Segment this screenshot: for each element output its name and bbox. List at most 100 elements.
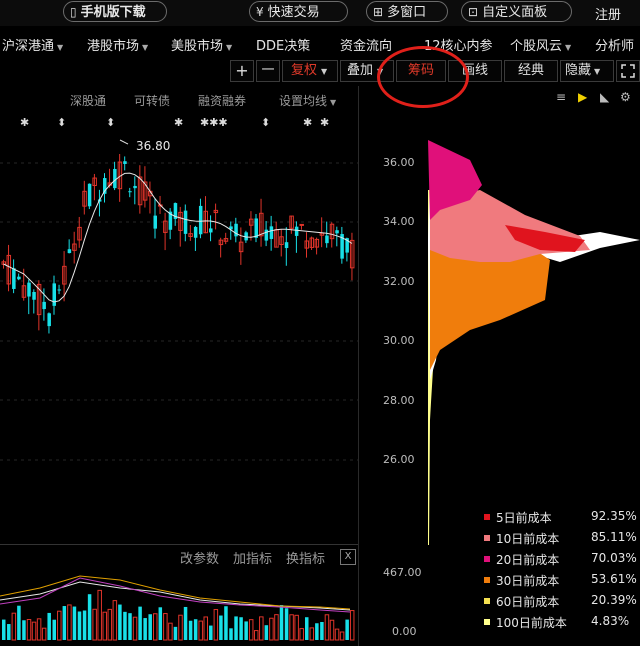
candle-body bbox=[67, 249, 72, 254]
legend-row: 100日前成本 4.83% bbox=[480, 613, 640, 634]
volume-bar bbox=[153, 613, 158, 641]
add-indicator-button[interactable]: 加指标 bbox=[233, 548, 272, 567]
volume-bar bbox=[334, 628, 340, 641]
volume-bar bbox=[36, 618, 42, 641]
candle-body bbox=[209, 228, 213, 233]
volume-bar bbox=[264, 625, 269, 640]
volume-bar bbox=[274, 614, 279, 641]
legend-label: 10日前成本 bbox=[496, 532, 560, 546]
volume-bar bbox=[203, 616, 208, 641]
volume-divider bbox=[0, 544, 358, 545]
volume-bar bbox=[163, 613, 168, 641]
volume-bar bbox=[254, 630, 259, 641]
high-pointer bbox=[119, 139, 129, 145]
candle-body bbox=[42, 301, 46, 310]
candle-body bbox=[57, 289, 62, 291]
candle-body bbox=[299, 223, 304, 226]
volume-bar bbox=[57, 610, 62, 641]
y-tick: 36.00 bbox=[383, 156, 415, 169]
volume-bar bbox=[229, 628, 233, 640]
volume-bar bbox=[259, 616, 264, 641]
volume-bars bbox=[2, 589, 355, 641]
volume-bar bbox=[239, 617, 243, 640]
change-params-button[interactable]: 改参数 bbox=[180, 548, 219, 567]
volume-bar bbox=[118, 604, 122, 640]
legend-label: 30日前成本 bbox=[496, 574, 560, 588]
y-tick: 28.00 bbox=[383, 394, 415, 407]
moving-average-line bbox=[3, 172, 353, 303]
legend-label: 100日前成本 bbox=[496, 616, 567, 630]
volume-bar bbox=[234, 616, 238, 640]
candle-body bbox=[87, 183, 92, 207]
volume-bar bbox=[213, 609, 219, 641]
volume-ma-line-3 bbox=[0, 575, 351, 610]
volume-bar bbox=[178, 614, 183, 641]
chip-distribution bbox=[428, 140, 640, 545]
candle-body bbox=[47, 313, 51, 327]
candle-body bbox=[17, 276, 21, 280]
legend-pct: 4.83% bbox=[591, 614, 630, 628]
volume-bar bbox=[320, 621, 324, 640]
volume-bar bbox=[183, 606, 188, 640]
legend-row: 60日前成本 20.39% bbox=[480, 592, 640, 613]
legend-swatch bbox=[484, 619, 490, 625]
volume-bar bbox=[148, 614, 152, 640]
volume-bar bbox=[102, 611, 107, 641]
volume-bar bbox=[309, 627, 315, 641]
legend-swatch bbox=[484, 535, 490, 541]
legend-swatch bbox=[484, 556, 490, 562]
volume-bar bbox=[324, 614, 330, 641]
volume-bar bbox=[219, 615, 223, 640]
cost-legend: 5日前成本 92.35% 10日前成本 85.11% 20日前成本 70.03% 30… bbox=[480, 508, 640, 634]
volume-bar bbox=[128, 613, 132, 640]
volume-bar bbox=[11, 612, 17, 641]
volume-bar bbox=[31, 621, 37, 641]
volume-bar bbox=[248, 619, 254, 641]
volume-bar bbox=[158, 607, 163, 640]
volume-bar bbox=[7, 624, 11, 640]
legend-label: 20日前成本 bbox=[496, 553, 560, 567]
volume-bar bbox=[62, 606, 67, 640]
candle-body bbox=[27, 282, 31, 297]
candle-body bbox=[153, 215, 157, 229]
indicator-bar: 改参数 加指标 换指标 X bbox=[0, 548, 358, 568]
candle-body bbox=[335, 230, 339, 234]
candle-body bbox=[294, 226, 299, 236]
volume-bar bbox=[41, 627, 47, 641]
switch-indicator-button[interactable]: 换指标 bbox=[286, 548, 325, 567]
legend-row: 10日前成本 85.11% bbox=[480, 529, 640, 550]
candle-body bbox=[12, 268, 16, 289]
volume-bar bbox=[72, 606, 77, 640]
volume-bar bbox=[315, 623, 319, 640]
volume-bar bbox=[345, 619, 349, 640]
legend-swatch bbox=[484, 577, 490, 583]
volume-bar bbox=[289, 614, 294, 641]
volume-bar bbox=[339, 631, 345, 641]
y-tick: 34.00 bbox=[383, 215, 415, 228]
volume-bar bbox=[284, 608, 289, 640]
close-indicator-button[interactable]: X bbox=[340, 549, 356, 565]
volume-bar bbox=[209, 625, 213, 640]
legend-pct: 92.35% bbox=[591, 509, 637, 523]
volume-bar bbox=[173, 626, 178, 640]
volume-bar bbox=[188, 620, 193, 640]
y-tick: 30.00 bbox=[383, 334, 415, 347]
candle-body bbox=[133, 185, 137, 189]
candle-body bbox=[123, 161, 127, 164]
volume-bar bbox=[329, 619, 335, 641]
volume-bar bbox=[294, 614, 299, 641]
candle-body bbox=[52, 283, 56, 306]
y-tick: 32.00 bbox=[383, 275, 415, 288]
volume-bar bbox=[82, 610, 87, 640]
volume-bar bbox=[97, 589, 102, 641]
volume-bar bbox=[305, 617, 309, 640]
candle-body bbox=[183, 210, 188, 234]
candle-body bbox=[264, 229, 269, 241]
volume-bar bbox=[17, 605, 21, 640]
candle-body bbox=[284, 242, 289, 249]
volume-bar bbox=[87, 594, 92, 640]
volume-min-label: 0.00 bbox=[392, 625, 417, 638]
legend-pct: 85.11% bbox=[591, 530, 637, 544]
legend-label: 60日前成本 bbox=[496, 595, 560, 609]
volume-max-label: 467.00 bbox=[383, 566, 422, 579]
